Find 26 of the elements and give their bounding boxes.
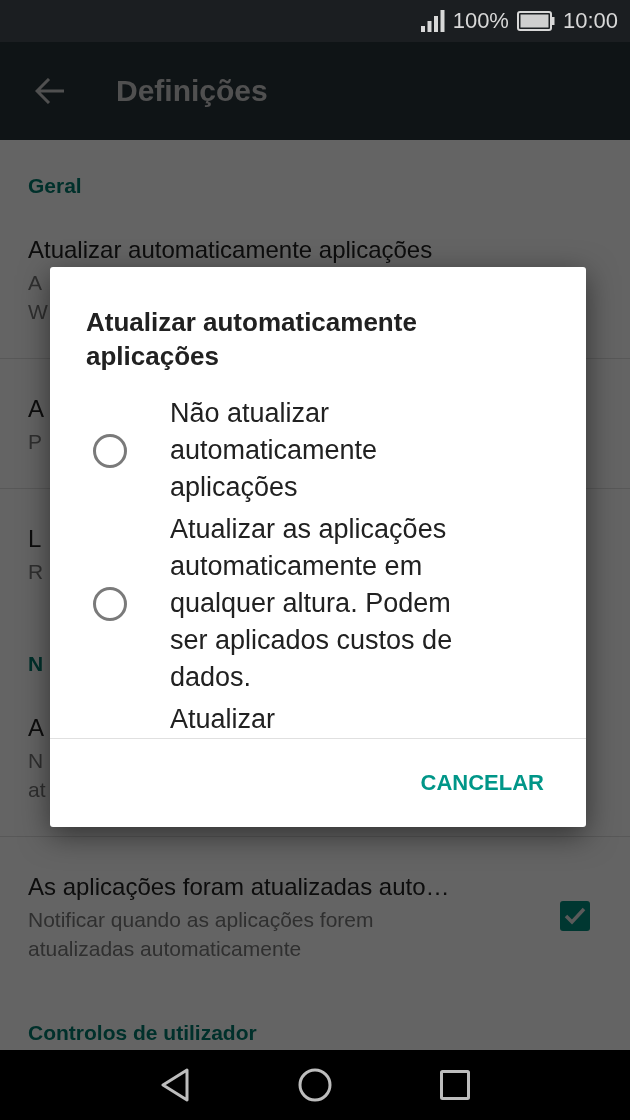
- setting-title: A: [28, 394, 44, 424]
- setting-title: L: [28, 524, 42, 554]
- square-icon: [440, 1070, 470, 1100]
- setting-title: Atualizar automaticamente aplicações: [28, 235, 433, 265]
- checkmark-icon: [564, 907, 586, 925]
- radio-button[interactable]: [93, 433, 127, 468]
- battery-icon: [516, 11, 555, 31]
- cancel-button[interactable]: CANCELAR: [412, 762, 552, 804]
- circle-icon: [298, 1068, 332, 1102]
- option-label[interactable]: Atualizar as aplicações automaticamente em qualquer altura. Podem ser aplicados custos de dados.: [170, 511, 488, 696]
- section-header: Geral: [28, 173, 82, 199]
- back-arrow-icon: [35, 78, 65, 104]
- section-header: Controlos de utilizador: [28, 1020, 257, 1046]
- checkbox[interactable]: [560, 901, 590, 931]
- screen-title: Definições: [116, 74, 268, 108]
- section-header: N: [28, 651, 44, 677]
- dialog-title: Atualizar automaticamente aplicações: [85, 306, 418, 373]
- radio-button[interactable]: [93, 586, 127, 621]
- option-label[interactable]: Atualizar: [170, 701, 488, 738]
- triangle-icon: [160, 1068, 190, 1102]
- battery-percentage: 100%: [452, 8, 509, 34]
- clock-time: 10:00: [562, 8, 618, 34]
- option-label[interactable]: Não atualizar automaticamente aplicações: [170, 395, 488, 506]
- signal-icon: [420, 10, 445, 32]
- setting-title: A: [28, 713, 44, 743]
- setting-title: As aplicações foram atualizadas auto…: [28, 872, 450, 902]
